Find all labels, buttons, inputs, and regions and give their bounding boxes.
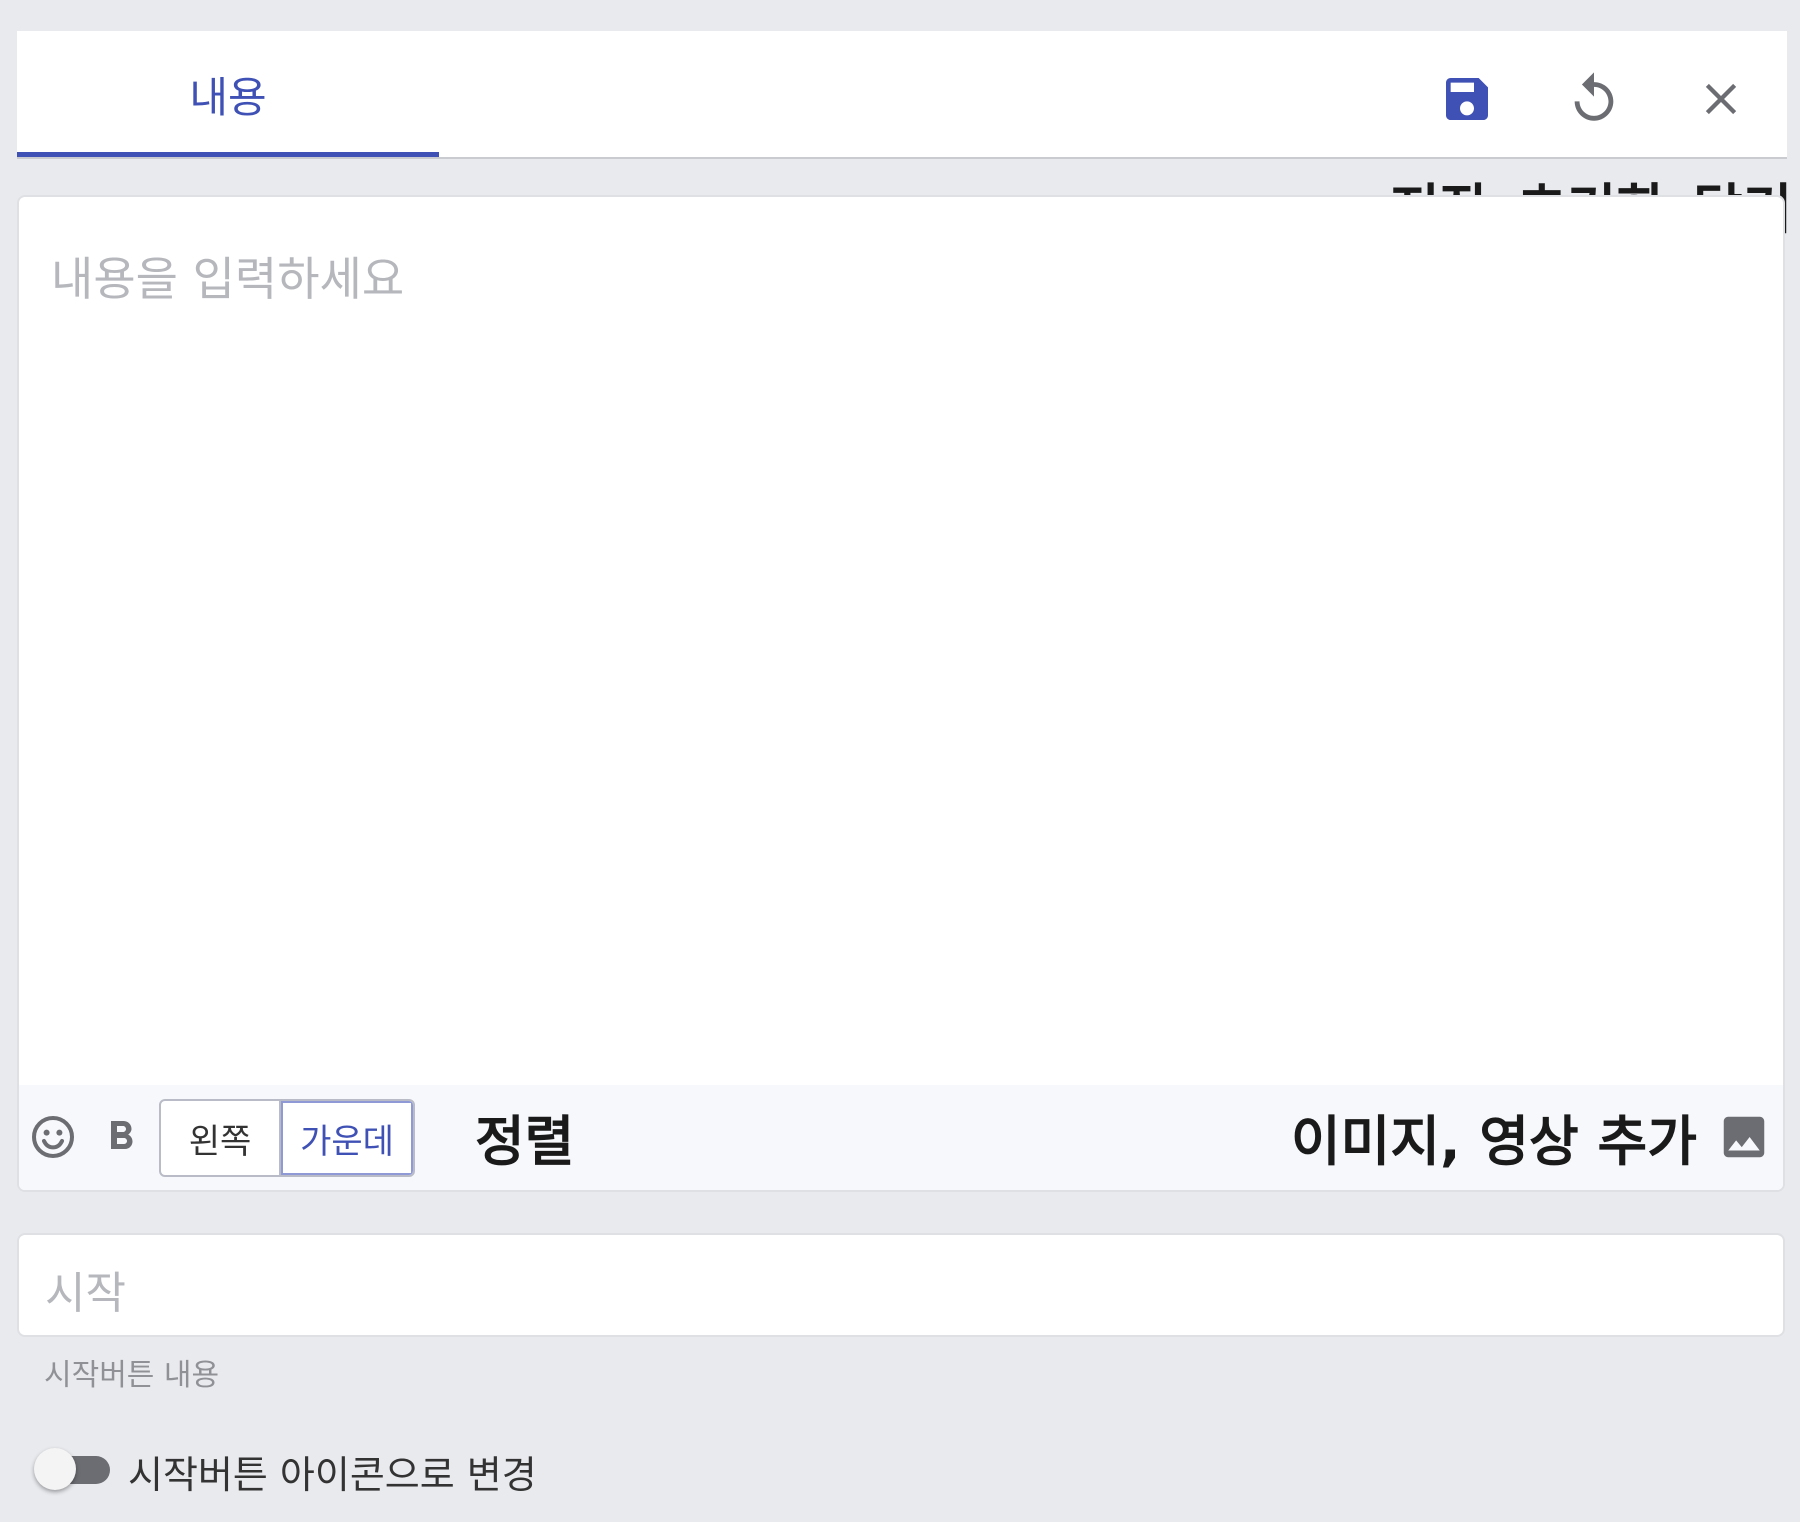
save-icon [1446, 78, 1488, 120]
start-button-text-input[interactable]: 시작 [17, 1233, 1785, 1337]
tab-content-label: 내용 [189, 73, 267, 122]
bold-button[interactable] [95, 1111, 147, 1163]
close-button[interactable] [1681, 59, 1761, 139]
close-icon [1705, 83, 1737, 115]
editor-placeholder: 내용을 입력하세요 [51, 252, 405, 306]
content-editor[interactable]: 내용을 입력하세요 왼쪽 가운데 정렬 이미지, 영상 추가 [17, 195, 1785, 1192]
toggle-knob [34, 1448, 76, 1490]
reset-button[interactable] [1554, 59, 1634, 139]
tab-content[interactable]: 내용 [17, 31, 439, 157]
start-input-placeholder: 시작 [45, 1268, 126, 1319]
media-annotation: 이미지, 영상 추가 [1291, 1110, 1697, 1173]
align-segmented-control: 왼쪽 가운데 [159, 1099, 415, 1177]
image-icon [1723, 1116, 1765, 1158]
icon-toggle-label: 시작버튼 아이콘으로 변경 [128, 1453, 537, 1497]
editor-header: 내용 [17, 31, 1787, 159]
align-center-option[interactable]: 가운데 [281, 1101, 413, 1175]
bold-icon [111, 1121, 133, 1149]
add-media-button[interactable] [1716, 1109, 1772, 1165]
align-annotation: 정렬 [475, 1110, 575, 1173]
emoji-icon [32, 1116, 74, 1158]
save-button[interactable] [1427, 59, 1507, 139]
start-input-helper: 시작버튼 내용 [44, 1358, 220, 1393]
align-left-option[interactable]: 왼쪽 [161, 1101, 281, 1175]
reset-icon [1574, 72, 1614, 121]
emoji-button[interactable] [27, 1111, 79, 1163]
icon-toggle-switch[interactable] [34, 1448, 110, 1490]
editor-toolbar: 왼쪽 가운데 정렬 이미지, 영상 추가 [19, 1085, 1783, 1190]
